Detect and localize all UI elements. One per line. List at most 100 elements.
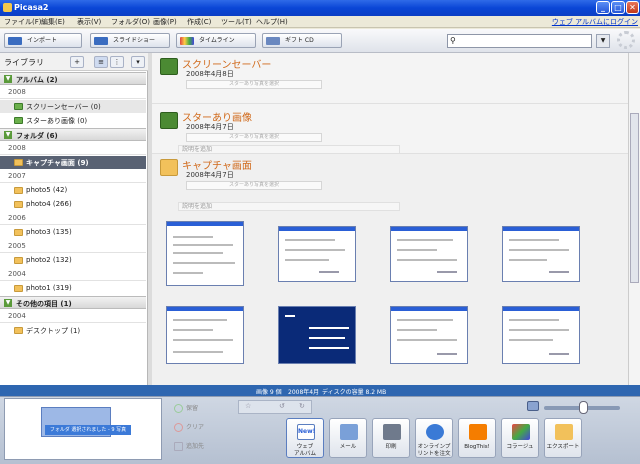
tree-view-button[interactable]: ⋮ — [110, 56, 124, 68]
giftcd-button[interactable]: ギフト CD — [262, 33, 342, 48]
photo-thumbnail[interactable] — [166, 221, 244, 286]
photo-thumbnail[interactable] — [390, 226, 468, 282]
caption-field[interactable]: 説明を追加 — [178, 202, 400, 211]
library-menu-button[interactable]: ▾ — [131, 56, 145, 68]
add-to-button[interactable]: 追加先 — [166, 439, 226, 454]
item-label: photo4 (266) — [26, 200, 72, 208]
album-icon — [160, 58, 178, 75]
folder-item-photo3[interactable]: photo3 (135) — [0, 226, 146, 239]
menu-edit[interactable]: 編集(E) — [41, 17, 65, 27]
folder-item-photo4[interactable]: photo4 (266) — [0, 198, 146, 211]
slideshow-button[interactable]: スライドショー — [90, 33, 170, 48]
photo-thumbnail[interactable] — [502, 306, 580, 364]
other-item-desktop[interactable]: デスクトップ (1) — [0, 324, 146, 337]
photo-tray[interactable]: フォルダ 選択されました - 9 写真 — [4, 398, 162, 460]
photo-thumbnail[interactable] — [502, 226, 580, 282]
globe-icon — [426, 424, 444, 440]
status-bar: 画像 9 個 2008年4月 ディスクの容量 8.2 MB — [0, 385, 640, 396]
search-options-button[interactable]: ▼ — [596, 34, 610, 48]
collage-button[interactable]: コラージュ — [501, 418, 539, 458]
select-starred-button[interactable]: スターあり写真を選択 — [186, 181, 322, 190]
rotate-left-icon[interactable]: ↺ — [279, 402, 285, 410]
export-button[interactable]: エクスポート — [544, 418, 582, 458]
flat-view-button[interactable]: ≡ — [94, 56, 108, 68]
year-text: 2008 — [8, 88, 26, 96]
add-to-label: 追加先 — [186, 443, 205, 450]
search-icon: ⚲ — [450, 36, 456, 45]
item-label: スクリーンセーバー (0) — [26, 103, 101, 111]
folder-icon — [14, 201, 23, 208]
section-screensaver: スクリーンセーバー 2008年4月8日 スターあり写真を選択 — [152, 53, 628, 103]
folder-icon — [14, 285, 23, 292]
photo-thumbnail[interactable] — [278, 306, 356, 364]
scrollbar-thumb[interactable] — [630, 113, 639, 283]
year-label: 2007 — [0, 170, 146, 183]
photo-thumbnail[interactable] — [278, 226, 356, 282]
export-folder-icon — [555, 424, 573, 440]
menu-create[interactable]: 作成(C) — [187, 17, 211, 27]
folder-item-photo5[interactable]: photo5 (42) — [0, 184, 146, 197]
library-header: ライブラリ + ≡ ⋮ ▾ — [0, 53, 148, 71]
menu-tools[interactable]: ツール(T) — [221, 17, 252, 27]
year-label: 2004 — [0, 268, 146, 281]
web-album-button[interactable]: New! ウェブ アルバム — [286, 418, 324, 458]
star-icon[interactable]: ☆ — [245, 402, 251, 410]
slider-handle[interactable] — [579, 401, 588, 414]
print-button[interactable]: 印刷 — [372, 418, 410, 458]
year-text: 2006 — [8, 214, 26, 222]
group-folder[interactable]: ▼ フォルダ (6) — [0, 128, 146, 141]
add-album-button[interactable]: + — [70, 56, 84, 68]
album-item-screensaver[interactable]: スクリーンセーバー (0) — [0, 100, 146, 113]
item-label: photo1 (319) — [26, 284, 72, 292]
picasa-app-icon — [3, 3, 12, 12]
folder-icon — [14, 327, 23, 334]
export-label: エクスポート — [546, 444, 580, 450]
menu-file[interactable]: ファイル(F) — [4, 17, 42, 27]
web-album-login-link[interactable]: ウェブ アルバムにログイン — [552, 17, 638, 27]
timeline-button[interactable]: タイムライン — [176, 33, 256, 48]
hold-button[interactable]: 保留 — [166, 401, 226, 416]
order-prints-button[interactable]: オンラインプリントを注文 — [415, 418, 453, 458]
clear-button[interactable]: クリア — [166, 420, 226, 435]
maximize-button[interactable]: □ — [611, 1, 625, 14]
folder-item-capture[interactable]: キャプチャ画面 (9) — [0, 156, 146, 169]
select-starred-button[interactable]: スターあり写真を選択 — [186, 133, 322, 142]
email-button[interactable]: メール — [329, 418, 367, 458]
search-input[interactable]: ⚲ — [447, 34, 592, 48]
photo-thumbnail[interactable] — [166, 306, 244, 364]
section-date: 2008年4月8日 — [186, 70, 234, 78]
folder-item-photo1[interactable]: photo1 (319) — [0, 282, 146, 295]
group-other[interactable]: ▼ その他の項目 (1) — [0, 296, 146, 309]
status-date: 2008年4月 — [288, 389, 320, 396]
minimize-button[interactable]: _ — [596, 1, 610, 14]
photo-thumbnail[interactable] — [390, 306, 468, 364]
folder-item-photo2[interactable]: photo2 (132) — [0, 254, 146, 267]
select-starred-button[interactable]: スターあり写真を選択 — [186, 80, 322, 89]
item-label: photo2 (132) — [26, 256, 72, 264]
tray-quick-tools[interactable]: ☆ ↺ ↻ — [238, 400, 312, 414]
main-scrollbar[interactable] — [628, 53, 640, 385]
clear-icon — [174, 423, 183, 432]
menu-folder[interactable]: フォルダ(O) — [111, 17, 150, 27]
close-button[interactable]: ✕ — [626, 1, 639, 14]
blogthis-button[interactable]: BlogThis! — [458, 418, 496, 458]
slideshow-icon — [94, 37, 108, 45]
print-label: 印刷 — [385, 444, 397, 450]
menu-help[interactable]: ヘルプ(H) — [256, 17, 288, 27]
album-icon — [14, 103, 23, 110]
group-album[interactable]: ▼ アルバム (2) — [0, 72, 146, 85]
rotate-right-icon[interactable]: ↻ — [299, 402, 305, 410]
import-button[interactable]: インポート — [4, 33, 82, 48]
collage-label: コラージュ — [506, 444, 534, 450]
clear-label: クリア — [186, 424, 205, 431]
menu-view[interactable]: 表示(V) — [77, 17, 101, 27]
menu-picture[interactable]: 画像(P) — [153, 17, 177, 27]
library-title: ライブラリ — [4, 58, 44, 67]
item-label: デスクトップ (1) — [26, 327, 81, 335]
web-album-label: ウェブ アルバム — [294, 444, 316, 457]
giftcd-label: ギフト CD — [285, 37, 314, 44]
folder-icon — [14, 159, 23, 166]
album-item-starred[interactable]: スターあり画像 (0) — [0, 114, 146, 127]
item-label: photo5 (42) — [26, 186, 68, 194]
folder-icon — [160, 159, 178, 176]
